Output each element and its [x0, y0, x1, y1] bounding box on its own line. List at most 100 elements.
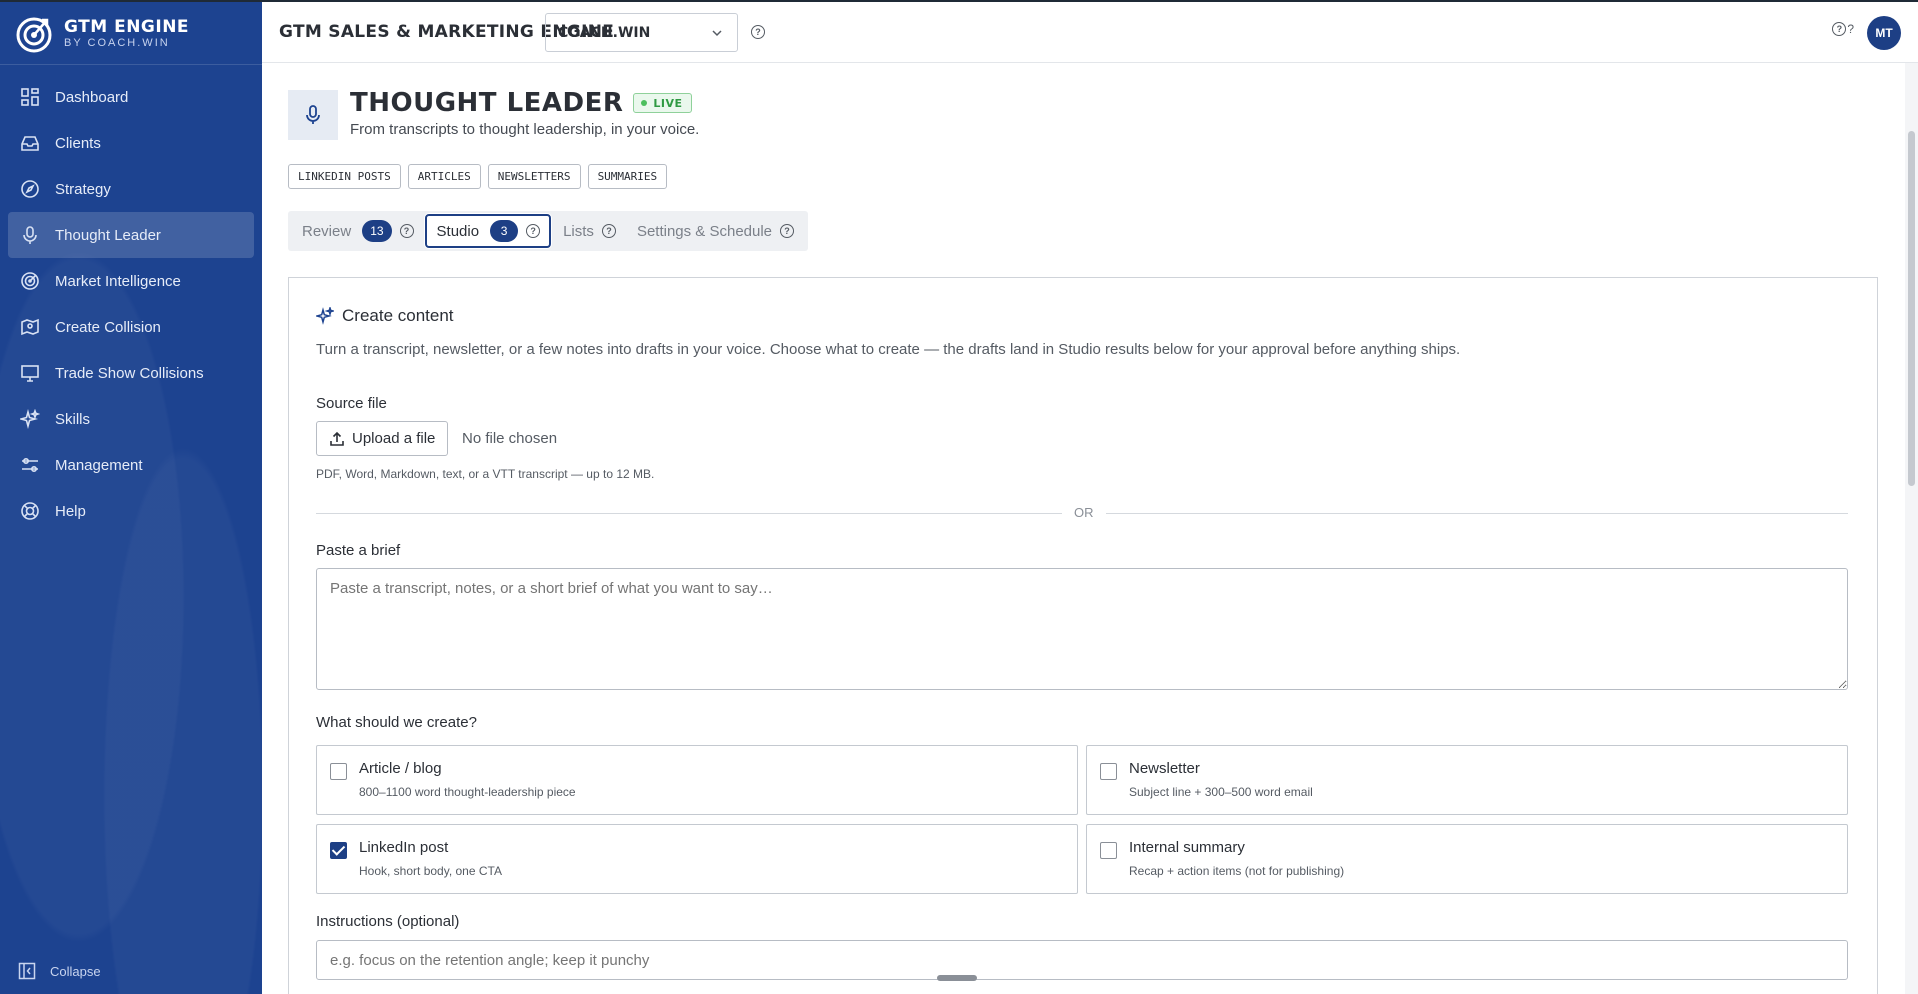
sparkle-icon — [20, 409, 40, 429]
avatar[interactable]: MT — [1867, 16, 1901, 50]
sidebar-nav: Dashboard Clients Strategy Thought Leade… — [8, 74, 254, 534]
file-status: No file chosen — [462, 430, 558, 447]
target-logo-icon — [16, 17, 52, 53]
upload-button-label: Upload a file — [352, 430, 436, 447]
sliders-icon — [20, 455, 40, 475]
status-badge-label: LIVE — [653, 96, 683, 110]
help-menu-mark: ? — [1847, 22, 1854, 36]
chip-summaries[interactable]: SUMMARIES — [587, 164, 668, 189]
option-title: Article / blog — [359, 760, 442, 777]
tab-count-badge: 13 — [362, 220, 392, 242]
sidebar-item-label: Thought Leader — [55, 226, 161, 244]
sidebar-item-label: Dashboard — [55, 88, 129, 106]
option-title: Newsletter — [1129, 760, 1200, 777]
sidebar-item-label: Skills — [55, 410, 91, 428]
option-article-blog[interactable]: Article / blog 800–1100 word thought-lea… — [316, 745, 1078, 815]
chevron-down-icon — [712, 30, 722, 37]
sidebar-item-label: Clients — [55, 134, 101, 152]
chip-linkedin-posts[interactable]: LINKEDIN POSTS — [288, 164, 401, 189]
sidebar-item-label: Strategy — [55, 180, 111, 198]
page-title: THOUGHT LEADER LIVE — [350, 88, 692, 118]
sidebar-item-label: Management — [55, 456, 143, 474]
chip-newsletters[interactable]: NEWSLETTERS — [487, 164, 581, 189]
upload-file-button[interactable]: Upload a file — [316, 421, 449, 456]
workspace-select-value: COACH.WIN — [558, 24, 651, 41]
help-icon: ? — [1832, 22, 1847, 36]
help-icon[interactable]: ? — [751, 25, 765, 39]
checkbox[interactable] — [1100, 763, 1117, 780]
brand[interactable]: GTM ENGINE BY COACH.WIN — [14, 12, 189, 56]
sidebar-item-dashboard[interactable]: Dashboard — [8, 74, 254, 120]
sidebar-item-help[interactable]: Help — [8, 488, 254, 534]
sidebar-item-strategy[interactable]: Strategy — [8, 166, 254, 212]
sidebar-item-label: Market Intelligence — [55, 272, 181, 290]
tab-review[interactable]: Review 13 ? — [292, 214, 423, 248]
option-newsletter[interactable]: Newsletter Subject line + 300–500 word e… — [1086, 745, 1848, 815]
scrollbar-thumb[interactable] — [1908, 131, 1915, 486]
map-icon — [20, 317, 40, 337]
card-heading-text: Create content — [342, 306, 454, 325]
sidebar-item-clients[interactable]: Clients — [8, 120, 254, 166]
sidebar: GTM ENGINE BY COACH.WIN Dashboard Client… — [0, 2, 262, 994]
drag-handle[interactable] — [937, 975, 977, 981]
page-title-text: THOUGHT LEADER — [350, 88, 624, 118]
or-divider-label: OR — [1062, 505, 1106, 520]
options-label: What should we create? — [316, 714, 477, 731]
tab-label: Studio — [436, 222, 480, 240]
grid-icon — [20, 87, 40, 107]
help-icon[interactable]: ? — [399, 224, 414, 238]
workspace-select[interactable]: COACH.WIN — [545, 13, 738, 52]
tab-label: Lists — [563, 222, 594, 240]
card-heading: Create content — [316, 306, 454, 326]
collapse-label: Collapse — [50, 963, 101, 979]
sidebar-item-label: Help — [55, 502, 86, 520]
help-icon[interactable]: ? — [526, 224, 541, 238]
checkbox[interactable] — [330, 763, 347, 780]
option-description: Hook, short body, one CTA — [359, 864, 502, 878]
help-icon[interactable]: ? — [780, 224, 795, 238]
checkbox[interactable] — [1100, 842, 1117, 859]
lifebuoy-icon — [20, 501, 40, 521]
tab-settings-schedule[interactable]: Settings & Schedule ? — [627, 214, 803, 248]
page-subtitle: From transcripts to thought leadership, … — [350, 121, 700, 138]
brand-subtitle: BY COACH.WIN — [64, 37, 170, 49]
sidebar-item-label: Create Collision — [55, 318, 161, 336]
monitor-icon — [20, 363, 40, 383]
microphone-icon — [20, 225, 40, 245]
sidebar-item-label: Trade Show Collisions — [55, 364, 204, 382]
scrollbar[interactable] — [1905, 63, 1918, 994]
compass-icon — [20, 179, 40, 199]
option-description: Subject line + 300–500 word email — [1129, 785, 1313, 799]
help-menu-button[interactable]: ? ? — [1832, 22, 1854, 36]
live-dot-icon — [641, 100, 648, 106]
sidebar-item-market-intelligence[interactable]: Market Intelligence — [8, 258, 254, 304]
option-linkedin-post[interactable]: LinkedIn post Hook, short body, one CTA — [316, 824, 1078, 894]
status-badge: LIVE — [633, 93, 692, 113]
upload-icon — [330, 431, 344, 446]
option-title: Internal summary — [1129, 839, 1245, 856]
source-file-label: Source file — [316, 395, 387, 412]
tab-lists[interactable]: Lists ? — [553, 214, 625, 248]
tab-count-badge: 3 — [490, 220, 519, 242]
collapse-button[interactable]: Collapse — [18, 962, 101, 980]
option-title: LinkedIn post — [359, 839, 449, 856]
brief-label: Paste a brief — [316, 542, 401, 559]
brief-textarea[interactable] — [316, 568, 1848, 690]
instructions-input[interactable] — [316, 940, 1848, 980]
sidebar-item-create-collision[interactable]: Create Collision — [8, 304, 254, 350]
chip-articles[interactable]: ARTICLES — [407, 164, 481, 189]
file-hint: PDF, Word, Markdown, text, or a VTT tran… — [316, 467, 655, 481]
sidebar-item-trade-show-collisions[interactable]: Trade Show Collisions — [8, 350, 254, 396]
inbox-icon — [20, 133, 40, 153]
tab-studio[interactable]: Studio 3 ? — [424, 214, 552, 248]
option-internal-summary[interactable]: Internal summary Recap + action items (n… — [1086, 824, 1848, 894]
option-description: Recap + action items (not for publishing… — [1129, 864, 1345, 878]
sidebar-item-management[interactable]: Management — [8, 442, 254, 488]
help-icon[interactable]: ? — [601, 224, 616, 238]
create-content-card: Create content Turn a transcript, newsle… — [288, 277, 1878, 994]
checkbox-checked[interactable] — [330, 842, 347, 859]
divider — [0, 64, 262, 65]
option-description: 800–1100 word thought-leadership piece — [359, 785, 576, 799]
sidebar-item-thought-leader[interactable]: Thought Leader — [8, 212, 254, 258]
sidebar-item-skills[interactable]: Skills — [8, 396, 254, 442]
